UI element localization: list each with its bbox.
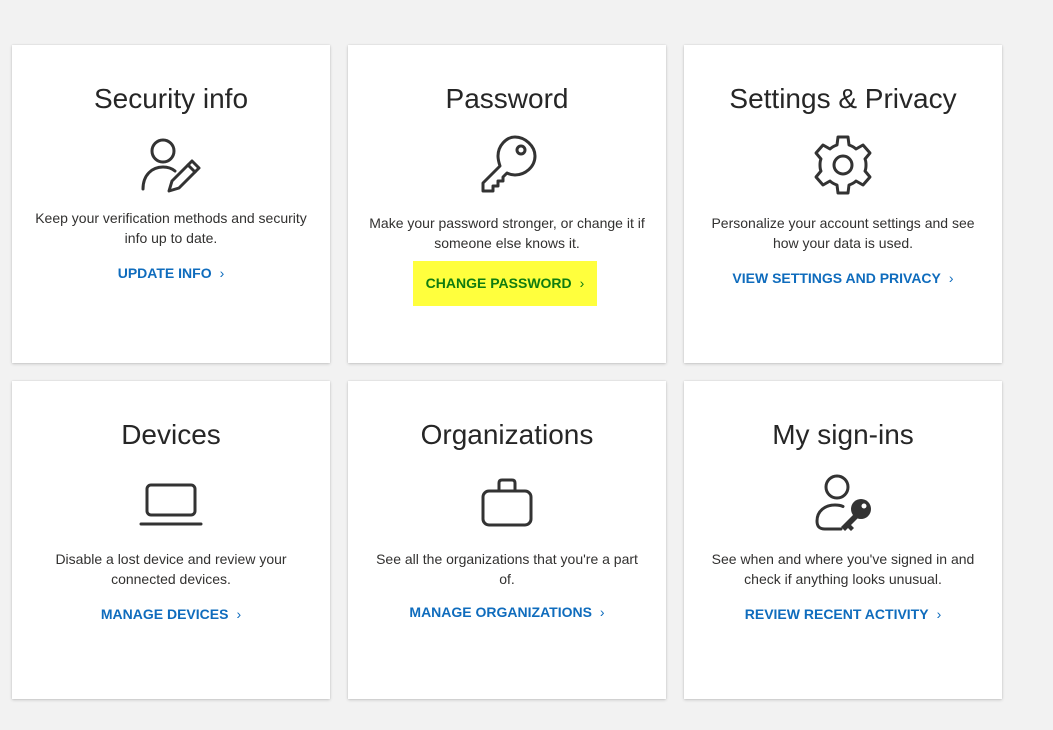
link-label: MANAGE DEVICES (100, 606, 229, 622)
manage-organizations-link[interactable]: MANAGE ORGANIZATIONS › (348, 602, 666, 622)
highlight-box: CHANGE PASSWORD › (413, 261, 597, 306)
briefcase-icon (475, 471, 539, 535)
laptop-icon (139, 471, 203, 535)
chevron-right-icon: › (936, 606, 942, 622)
link-label: VIEW SETTINGS AND PRIVACY (732, 270, 941, 286)
card-description: Personalize your account settings and se… (711, 215, 975, 251)
link-label: CHANGE PASSWORD (425, 275, 572, 291)
chevron-right-icon: › (219, 265, 225, 281)
card-title: Organizations (420, 419, 594, 450)
user-key-icon (811, 469, 875, 533)
card-title: Security info (93, 83, 249, 114)
card-description: Make your password stronger, or change i… (369, 215, 645, 251)
chevron-right-icon: › (236, 606, 242, 622)
link-label: REVIEW RECENT ACTIVITY (744, 606, 929, 622)
card-description: Keep your verification methods and secur… (35, 210, 307, 246)
my-sign-ins-card: My sign-ins See when and where you've si… (684, 381, 1002, 699)
card-title: My sign-ins (772, 419, 914, 450)
link-label: UPDATE INFO (117, 265, 212, 281)
gear-icon (811, 133, 875, 197)
card-description: See all the organizations that you're a … (376, 551, 638, 587)
password-card: Password Make your password stronger, or… (348, 45, 666, 363)
view-settings-privacy-link[interactable]: VIEW SETTINGS AND PRIVACY › (684, 268, 1002, 288)
link-label: MANAGE ORGANIZATIONS (409, 604, 592, 620)
key-icon (475, 133, 539, 197)
devices-card: Devices Disable a lost device and review… (12, 381, 330, 699)
card-description: See when and where you've signed in and … (711, 551, 975, 587)
card-title: Settings & Privacy (729, 83, 957, 114)
chevron-right-icon: › (599, 604, 605, 620)
card-title: Password (445, 83, 569, 114)
chevron-right-icon: › (948, 270, 954, 286)
change-password-link[interactable]: CHANGE PASSWORD › (413, 273, 597, 293)
card-title: Devices (121, 419, 221, 450)
organizations-card: Organizations See all the organizations … (348, 381, 666, 699)
chevron-right-icon: › (579, 275, 585, 291)
review-recent-activity-link[interactable]: REVIEW RECENT ACTIVITY › (684, 604, 1002, 624)
update-info-link[interactable]: UPDATE INFO › (12, 263, 330, 283)
settings-privacy-card: Settings & Privacy Personalize your acco… (684, 45, 1002, 363)
security-info-card: Security info Keep your verification met… (12, 45, 330, 363)
card-description: Disable a lost device and review your co… (55, 551, 287, 587)
manage-devices-link[interactable]: MANAGE DEVICES › (12, 604, 330, 624)
user-edit-icon (139, 133, 203, 197)
